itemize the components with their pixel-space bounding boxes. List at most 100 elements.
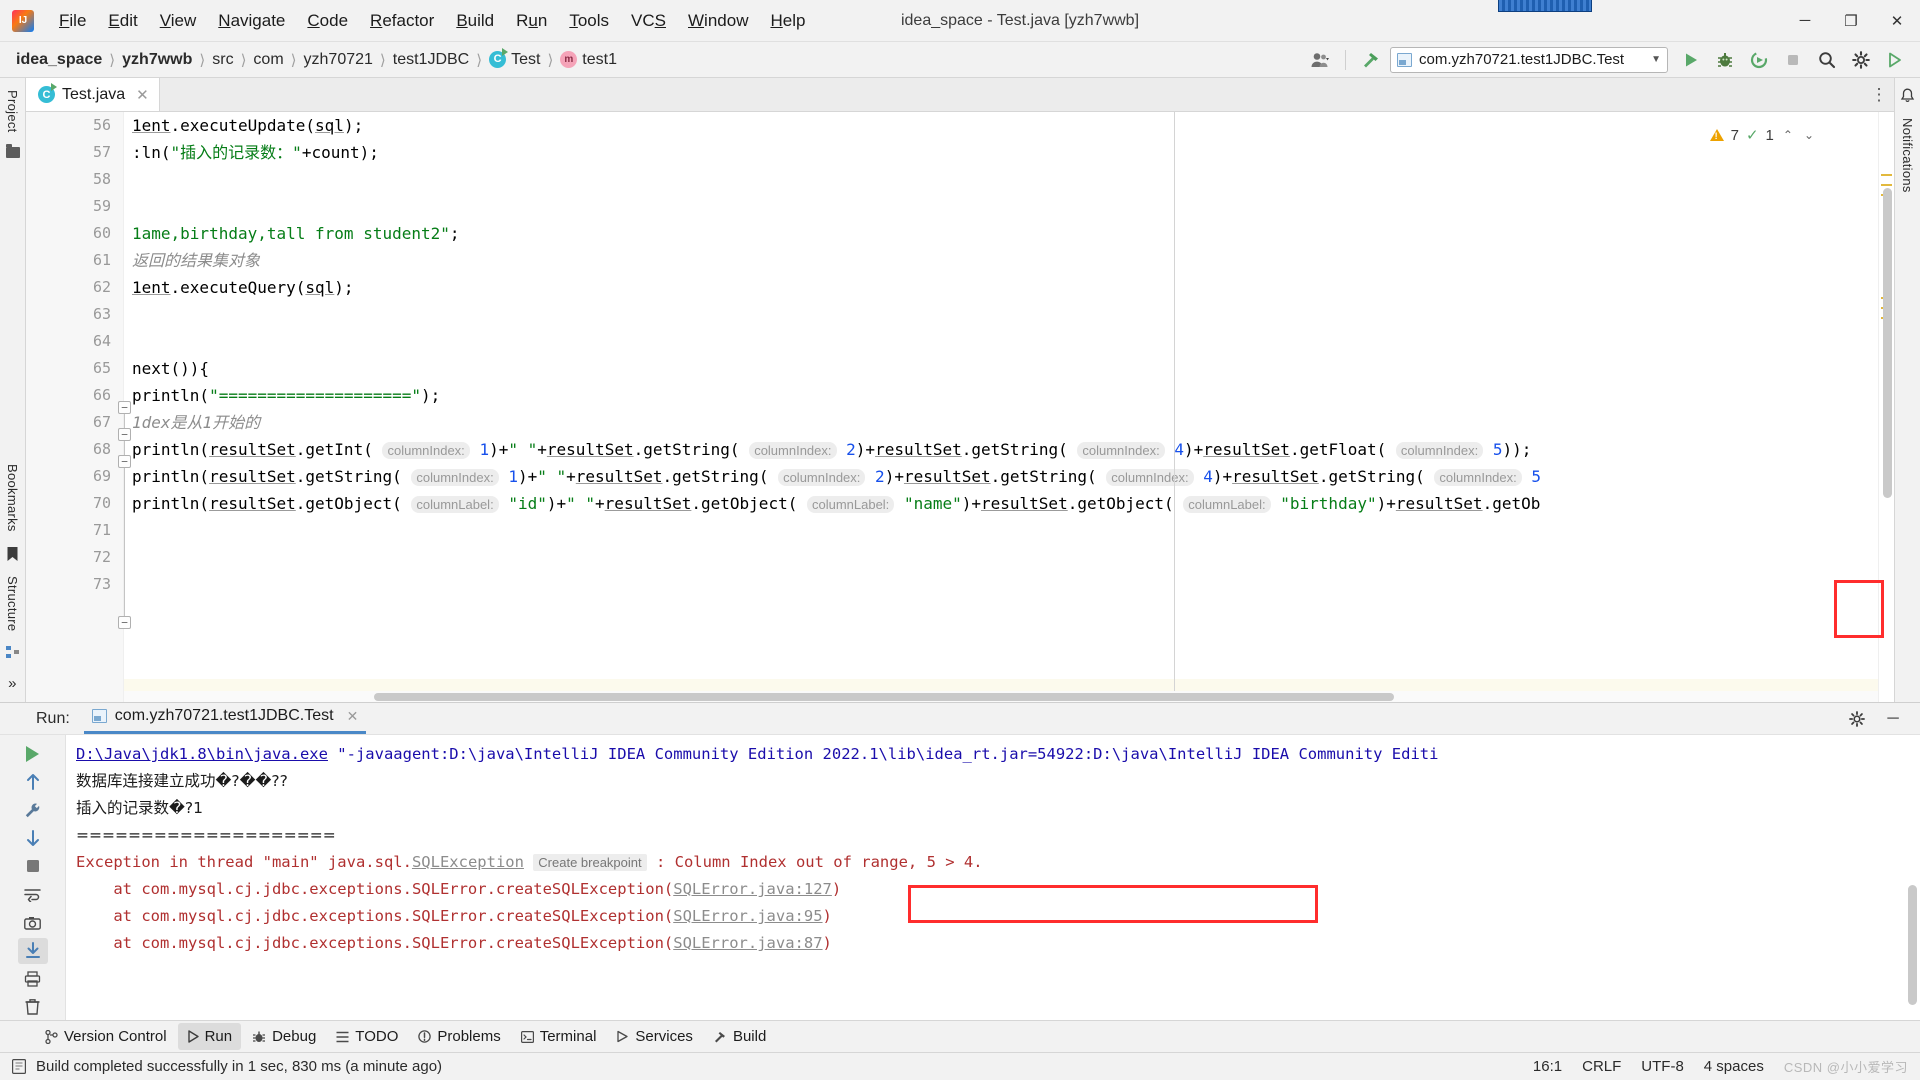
breadcrumb-item-module[interactable]: yzh7wwb <box>118 49 196 71</box>
code-line[interactable]: println(resultSet.getObject( columnLabel… <box>124 490 1878 517</box>
bookmark-icon[interactable] <box>6 546 19 562</box>
editor-horizontal-scrollbar[interactable] <box>124 691 1878 702</box>
wrench-icon[interactable] <box>18 797 48 823</box>
breadcrumb-item-com[interactable]: com <box>249 49 287 71</box>
java-exe-link[interactable]: D:\Java\jdk1.8\bin\java.exe <box>76 745 328 763</box>
menu-build[interactable]: Build <box>445 7 505 35</box>
breadcrumb-item-method[interactable]: m test1 <box>556 49 621 71</box>
menu-edit[interactable]: Edit <box>97 7 148 35</box>
exception-class-link[interactable]: SQLException <box>412 853 524 871</box>
code-line[interactable]: 1ent.executeQuery(sql); <box>124 274 1878 301</box>
tool-window-services[interactable]: Services <box>607 1023 702 1050</box>
code-editor[interactable]: 56 57 58 59 60 61 62 63 64 65 66 67 68 69 70 71 72 73 − −… <box>26 112 1894 702</box>
fold-marker-collapse[interactable]: − <box>118 428 131 441</box>
editor-options-icon[interactable]: ⋮ <box>1864 78 1894 111</box>
menu-vcs[interactable]: VCS <box>620 7 677 35</box>
breadcrumb-item-subpackage[interactable]: test1JDBC <box>389 49 473 71</box>
stripe-marker[interactable] <box>1881 174 1892 176</box>
trash-icon[interactable] <box>18 994 48 1020</box>
code-line[interactable]: println(resultSet.getString( columnIndex… <box>124 463 1878 490</box>
code-line[interactable] <box>124 166 1878 193</box>
code-line[interactable]: println(resultSet.getInt( columnIndex: 1… <box>124 436 1878 463</box>
notifications-bell-icon[interactable] <box>1900 88 1915 104</box>
code-line[interactable] <box>124 301 1878 328</box>
rerun-button[interactable] <box>18 741 48 767</box>
gear-icon[interactable] <box>1846 46 1876 74</box>
run-session-tab[interactable]: com.yzh70721.test1JDBC.Test ✕ <box>83 703 367 734</box>
code-line[interactable]: println("===================="); <box>124 382 1878 409</box>
tool-window-run[interactable]: Run <box>177 1023 242 1050</box>
run-with-coverage-button[interactable] <box>1744 46 1774 74</box>
code-line[interactable] <box>124 193 1878 220</box>
fold-marker-collapse[interactable]: − <box>118 455 131 468</box>
maximize-button[interactable]: ❐ <box>1828 0 1874 42</box>
scrollbar-thumb[interactable] <box>374 693 1394 701</box>
fold-marker-collapse[interactable]: − <box>118 616 131 629</box>
stacktrace-link[interactable]: SQLError.java:95 <box>673 907 822 925</box>
code-content[interactable]: 1ent.executeUpdate(sql);:ln("插入的记录数："+co… <box>124 112 1878 598</box>
user-icon[interactable] <box>1305 46 1335 74</box>
down-arrow-button[interactable] <box>18 825 48 851</box>
run-anything-icon[interactable] <box>1880 46 1910 74</box>
tool-window-build[interactable]: Build <box>704 1023 775 1050</box>
console-output[interactable]: D:\Java\jdk1.8\bin\java.exe "-javaagent:… <box>66 735 1920 1020</box>
code-line[interactable]: :ln("插入的记录数："+count); <box>124 139 1878 166</box>
sidebar-more-button[interactable]: » <box>8 669 17 702</box>
sidebar-item-notifications[interactable]: Notifications <box>1900 114 1915 197</box>
sidebar-item-bookmarks[interactable]: Bookmarks <box>5 460 20 536</box>
code-line[interactable] <box>124 544 1878 571</box>
stacktrace-link[interactable]: SQLError.java:87 <box>673 934 822 952</box>
create-breakpoint-chip[interactable]: Create breakpoint <box>533 854 647 871</box>
stripe-marker[interactable] <box>1881 184 1892 186</box>
inspection-widget[interactable]: 7 ✓ 1 ⌃ ⌄ <box>1709 126 1816 144</box>
sidebar-item-structure[interactable]: Structure <box>5 572 20 635</box>
tool-window-terminal[interactable]: Terminal <box>512 1023 606 1050</box>
indent-setting[interactable]: 4 spaces <box>1704 1058 1764 1075</box>
code-line[interactable]: 1ame,birthday,tall from student2"; <box>124 220 1878 247</box>
breadcrumb-item-project[interactable]: idea_space <box>12 49 106 71</box>
code-line[interactable]: 返回的结果集对象 <box>124 247 1878 274</box>
scroll-to-end-button[interactable] <box>17 937 48 964</box>
structure-icon[interactable] <box>5 645 20 659</box>
camera-icon[interactable] <box>18 910 48 936</box>
console-vertical-scrollbar[interactable] <box>1908 885 1917 1005</box>
sidebar-item-project[interactable]: Project <box>5 86 20 137</box>
code-line[interactable]: next()){ <box>124 355 1878 382</box>
code-line[interactable]: 1dex是从1开始的 <box>124 409 1878 436</box>
code-line[interactable] <box>124 517 1878 544</box>
folder-icon[interactable] <box>5 143 20 158</box>
tool-window-debug[interactable]: Debug <box>243 1023 325 1050</box>
menu-tools[interactable]: Tools <box>558 7 620 35</box>
hammer-icon[interactable] <box>1356 46 1386 74</box>
editor-vertical-scrollbar[interactable] <box>1883 188 1892 498</box>
breadcrumb-item-package[interactable]: yzh70721 <box>300 49 377 71</box>
menu-view[interactable]: View <box>149 7 208 35</box>
gear-icon[interactable] <box>1842 705 1872 733</box>
file-encoding[interactable]: UTF-8 <box>1641 1058 1684 1075</box>
stacktrace-link[interactable]: SQLError.java:127 <box>673 880 832 898</box>
hide-panel-button[interactable]: ─ <box>1878 705 1908 733</box>
code-line[interactable] <box>124 328 1878 355</box>
menu-code[interactable]: Code <box>296 7 359 35</box>
breadcrumb-item-src[interactable]: src <box>208 49 237 71</box>
up-arrow-button[interactable] <box>18 769 48 795</box>
code-scroll-area[interactable]: 1ent.executeUpdate(sql);:ln("插入的记录数："+co… <box>124 112 1878 702</box>
run-button[interactable] <box>1676 46 1706 74</box>
debug-button[interactable] <box>1710 46 1740 74</box>
menu-run[interactable]: Run <box>505 7 558 35</box>
fold-marker-collapse[interactable]: − <box>118 401 131 414</box>
next-problem-icon[interactable]: ⌄ <box>1802 128 1816 142</box>
breadcrumb-item-class[interactable]: C Test <box>485 47 544 71</box>
code-line[interactable]: 1ent.executeUpdate(sql); <box>124 112 1878 139</box>
caret-position[interactable]: 16:1 <box>1533 1058 1562 1075</box>
close-icon[interactable]: ✕ <box>136 86 149 104</box>
menu-window[interactable]: Window <box>677 7 759 35</box>
close-icon[interactable]: ✕ <box>347 708 359 725</box>
editor-tab-test-java[interactable]: C Test.java ✕ <box>26 78 160 111</box>
run-configuration-selector[interactable]: com.yzh70721.test1JDBC.Test ▼ <box>1390 46 1668 73</box>
menu-refactor[interactable]: Refactor <box>359 7 445 35</box>
menu-help[interactable]: Help <box>759 7 816 35</box>
stop-button[interactable] <box>18 853 48 879</box>
error-stripe-markers[interactable] <box>1878 112 1894 702</box>
close-button[interactable]: ✕ <box>1874 0 1920 42</box>
